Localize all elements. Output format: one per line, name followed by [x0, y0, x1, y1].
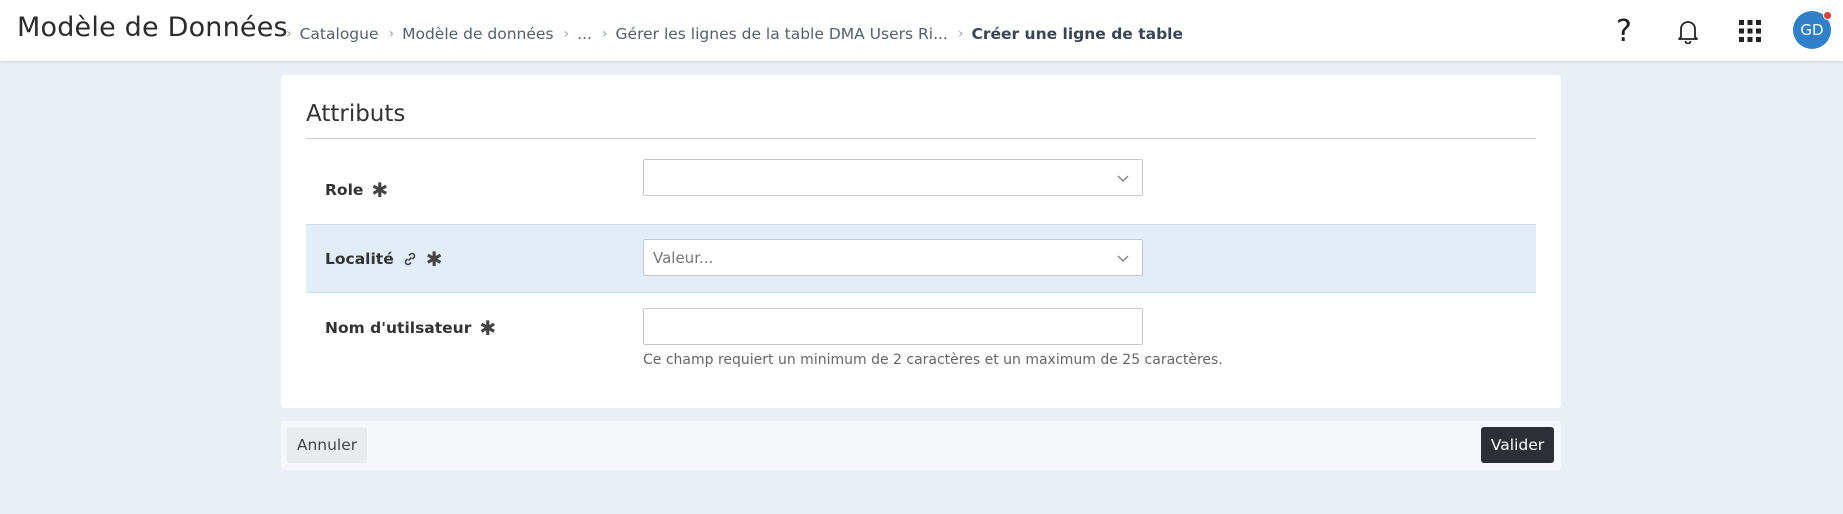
role-select[interactable] — [643, 159, 1143, 196]
required-asterisk-icon: ✱ — [425, 247, 443, 271]
localite-select-placeholder: Valeur... — [653, 249, 714, 267]
notification-dot — [1823, 11, 1832, 20]
username-label: Nom d'utilsateur ✱ — [325, 316, 496, 340]
username-input[interactable] — [643, 308, 1143, 345]
submit-button[interactable]: Valider — [1481, 427, 1554, 463]
role-label-text: Role — [325, 181, 364, 199]
chevron-right-icon: › — [601, 26, 608, 42]
username-hint: Ce champ requiert un minimum de 2 caract… — [643, 352, 1223, 368]
username-label-text: Nom d'utilsateur — [325, 319, 472, 337]
link-icon — [402, 251, 418, 267]
help-glyph: ? — [1616, 13, 1632, 49]
required-asterisk-icon: ✱ — [479, 316, 497, 340]
form-row-username: Nom d'utilsateur ✱ Ce champ requiert un … — [306, 293, 1536, 393]
breadcrumb-gerer-lignes[interactable]: Gérer les lignes de la table DMA Users R… — [616, 25, 948, 43]
localite-label-text: Localité — [325, 250, 394, 268]
localite-select[interactable]: Valeur... — [643, 239, 1143, 276]
form-actions-bar: Annuler Valider — [281, 421, 1561, 470]
role-label: Role ✱ — [325, 178, 388, 202]
bell-icon[interactable] — [1670, 13, 1706, 49]
form-card: Attributs Role ✱ Localité ✱ Valeur... No… — [281, 75, 1561, 408]
apps-grid-icon[interactable] — [1732, 13, 1768, 49]
chevron-right-icon: › — [286, 26, 292, 42]
app-title: Modèle de Données — [17, 12, 288, 43]
localite-label: Localité ✱ — [325, 247, 443, 271]
required-asterisk-icon: ✱ — [371, 178, 389, 202]
chevron-down-icon — [1117, 255, 1129, 263]
section-title: Attributs — [306, 101, 406, 127]
breadcrumb: › Catalogue › Modèle de données › ... › … — [286, 25, 1193, 43]
breadcrumb-current: Créer une ligne de table — [971, 25, 1183, 43]
chevron-down-icon — [1117, 175, 1129, 183]
help-icon[interactable]: ? — [1606, 13, 1642, 49]
form-row-role: Role ✱ — [306, 155, 1536, 225]
section-divider — [306, 138, 1536, 139]
top-bar: Modèle de Données › Catalogue › Modèle d… — [0, 0, 1843, 61]
form-row-localite: Localité ✱ Valeur... — [306, 224, 1536, 293]
breadcrumb-ellipsis[interactable]: ... — [577, 25, 592, 43]
chevron-right-icon: › — [563, 26, 570, 42]
chevron-right-icon: › — [388, 26, 395, 42]
chevron-right-icon: › — [957, 26, 964, 42]
breadcrumb-catalogue[interactable]: Catalogue — [300, 25, 379, 43]
cancel-button[interactable]: Annuler — [287, 427, 367, 463]
breadcrumb-modele-de-donnees[interactable]: Modèle de données — [402, 25, 553, 43]
